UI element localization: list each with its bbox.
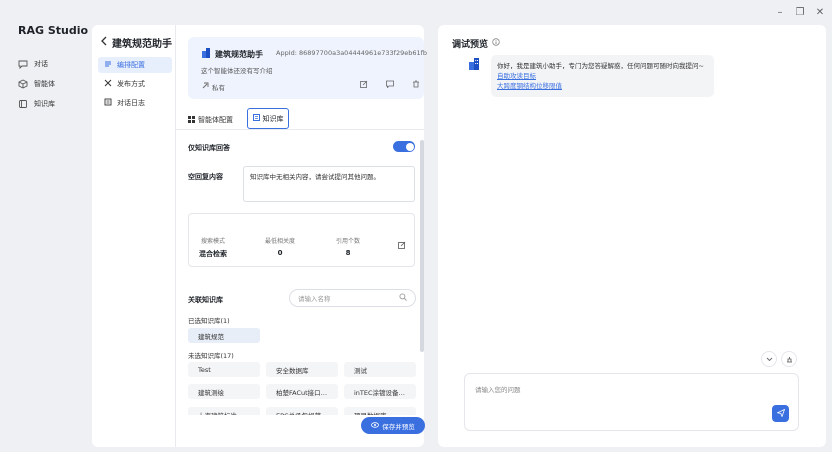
min-relevance-label: 最低相关度 bbox=[264, 238, 295, 245]
close-icon[interactable]: ✕ bbox=[814, 6, 826, 18]
search-mode-label: 搜索模式 bbox=[200, 238, 225, 245]
subnav-item-publish[interactable]: 发布方式 bbox=[98, 76, 172, 92]
bot-greeting: 你好，我是建筑小助手，专门为您答疑解惑，任何问题可随时向我提问~ bbox=[497, 62, 704, 70]
divider bbox=[175, 25, 176, 447]
subnav-label: 对话日志 bbox=[117, 99, 145, 107]
agent-icon bbox=[18, 79, 28, 89]
app-id: AppId: 86897700a3a04444961e733f29eb61fb bbox=[276, 49, 428, 57]
bot-message: 你好，我是建筑小助手，专门为您答疑解惑，任何问题可随时向我提问~ 自助攻读目标 … bbox=[491, 55, 714, 97]
restore-icon[interactable]: ❐ bbox=[794, 6, 806, 18]
main-nav: 对话 智能体 知识库 bbox=[12, 54, 80, 114]
nav-label: 对话 bbox=[34, 60, 48, 68]
visibility-label: 私有 bbox=[212, 84, 225, 92]
eye-icon bbox=[371, 421, 380, 430]
kb-chip[interactable]: 测试 bbox=[344, 362, 416, 377]
kb-chip[interactable]: 上海建筑标准 bbox=[188, 407, 260, 415]
kb-chip-row-clipped: 上海建筑标准 EPC总承包规范 项目数据库 bbox=[176, 405, 420, 415]
chat-icon bbox=[18, 59, 28, 69]
nav-label: 智能体 bbox=[34, 80, 55, 88]
log-icon bbox=[104, 98, 112, 108]
search-icon bbox=[399, 293, 407, 303]
tab-label: 知识库 bbox=[262, 114, 284, 123]
subnav-label: 编排配置 bbox=[117, 61, 145, 69]
kb-search-placeholder: 请输入名称 bbox=[298, 295, 331, 303]
chevron-down-icon[interactable] bbox=[761, 351, 777, 367]
publish-icon bbox=[104, 79, 112, 89]
chat-input[interactable]: 请输入您的问题 bbox=[464, 373, 799, 431]
info-icon bbox=[492, 38, 500, 49]
comment-icon[interactable] bbox=[386, 80, 394, 90]
nav-item-knowledge[interactable]: 知识库 bbox=[12, 94, 80, 114]
edit-icon[interactable] bbox=[360, 80, 368, 90]
book-icon bbox=[18, 99, 28, 109]
kb-chip[interactable]: 项目数据库 bbox=[344, 407, 416, 415]
kb-chip[interactable]: 建筑测绘 bbox=[188, 384, 260, 399]
agent-title: 建筑规范助手 bbox=[215, 49, 263, 59]
kb-chip[interactable]: inTEC涂镀设备… bbox=[344, 384, 416, 399]
only-kb-toggle[interactable] bbox=[393, 141, 415, 152]
send-button[interactable] bbox=[772, 405, 789, 422]
window-controls: – ❐ ✕ bbox=[774, 6, 826, 18]
kb-chip-selected[interactable]: 建筑规范 bbox=[188, 328, 260, 343]
send-icon bbox=[775, 408, 785, 419]
save-preview-button[interactable]: 保存并预览 bbox=[361, 417, 425, 434]
tab-underline bbox=[176, 129, 424, 130]
config-icon bbox=[104, 60, 112, 70]
empty-reply-label: 空回复内容 bbox=[188, 173, 223, 181]
back-button[interactable]: 建筑规范助手 bbox=[100, 35, 172, 50]
kb-list-title: 关联知识库 bbox=[188, 296, 223, 304]
selected-kb-label: 已选知识库(1) bbox=[188, 317, 230, 325]
kb-chip[interactable]: 安全数据库 bbox=[266, 362, 338, 377]
tab-agent-config[interactable]: 智能体配置 bbox=[188, 115, 233, 125]
building-icon bbox=[201, 48, 211, 60]
suggestion-link[interactable]: 自助攻读目标 bbox=[497, 71, 708, 81]
agent-name: 建筑规范助手 bbox=[201, 48, 263, 60]
subnav-item-log[interactable]: 对话日志 bbox=[98, 95, 172, 111]
book-icon bbox=[252, 114, 260, 123]
empty-reply-input[interactable]: 知识库中无相关内容，请尝试提问其他问题。 bbox=[243, 166, 415, 202]
card-actions bbox=[360, 80, 420, 90]
nav-item-agent[interactable]: 智能体 bbox=[12, 74, 80, 94]
kb-chip[interactable]: EPC总承包规范 bbox=[266, 407, 338, 415]
sub-nav: 编排配置 发布方式 对话日志 bbox=[98, 57, 172, 114]
tab-label: 智能体配置 bbox=[198, 116, 233, 124]
nav-label: 知识库 bbox=[34, 100, 55, 108]
kb-search-input[interactable]: 请输入名称 bbox=[289, 289, 416, 307]
page-title: 建筑规范助手 bbox=[112, 39, 172, 50]
suggestion-link[interactable]: 大跨度钢结构位移限值 bbox=[497, 81, 708, 91]
nav-item-chat[interactable]: 对话 bbox=[12, 54, 80, 74]
kb-chip[interactable]: 柏楚FACut接口… bbox=[266, 384, 338, 399]
minimize-icon[interactable]: – bbox=[774, 6, 786, 18]
edit-icon[interactable] bbox=[398, 241, 406, 251]
preview-title: 调试预览 bbox=[452, 37, 500, 50]
only-kb-label: 仅知识库回答 bbox=[188, 144, 230, 152]
cite-count-label: 引用个数 bbox=[335, 238, 360, 245]
clear-icon[interactable] bbox=[781, 351, 797, 367]
grid-icon bbox=[188, 115, 195, 125]
search-mode-value: 混合检索 bbox=[199, 250, 227, 258]
visibility: 私有 bbox=[201, 82, 225, 92]
min-relevance-value: 0 bbox=[277, 249, 283, 257]
scrollbar[interactable] bbox=[420, 140, 424, 352]
chevron-left-icon bbox=[100, 36, 108, 49]
link-icon bbox=[201, 82, 209, 92]
delete-icon[interactable] bbox=[412, 80, 420, 90]
unselected-kb-label: 未选知识库(17) bbox=[188, 352, 234, 360]
search-settings-box: 搜索模式 混合检索 最低相关度 0 引用个数 8 bbox=[188, 213, 415, 267]
bot-avatar bbox=[468, 58, 480, 70]
cite-count-value: 8 bbox=[345, 249, 351, 257]
save-label: 保存并预览 bbox=[382, 422, 415, 431]
preview-title-text: 调试预览 bbox=[452, 40, 489, 50]
subnav-item-config[interactable]: 编排配置 bbox=[98, 57, 172, 73]
subnav-label: 发布方式 bbox=[117, 80, 145, 88]
tab-knowledge[interactable]: 知识库 bbox=[247, 108, 289, 129]
kb-chip[interactable]: Test bbox=[188, 362, 260, 377]
agent-description: 这个智能体还没有写介绍 bbox=[201, 67, 273, 75]
app-title: RAG Studio bbox=[18, 24, 89, 37]
